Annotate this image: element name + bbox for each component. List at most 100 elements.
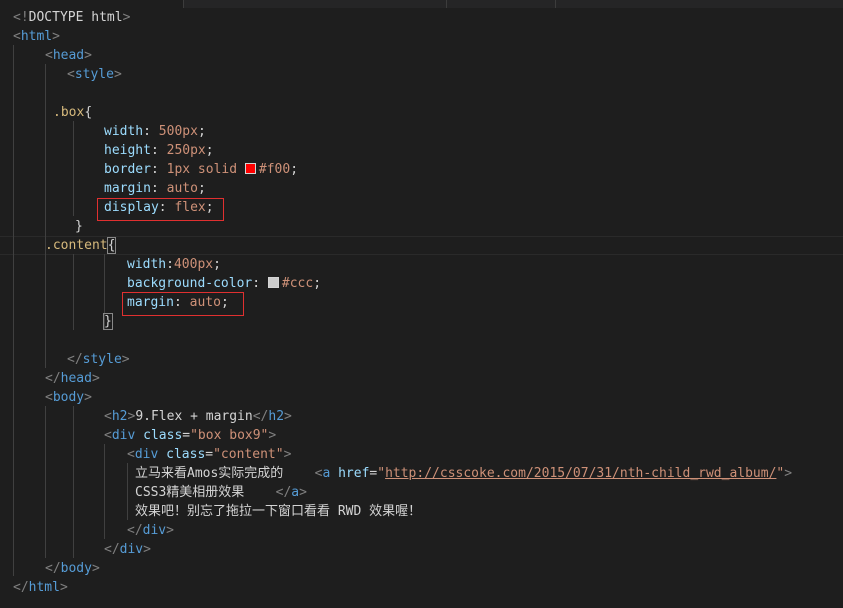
code-token: height xyxy=(104,143,151,158)
code-token: border xyxy=(104,162,151,177)
code-token: } xyxy=(75,219,83,234)
code-token: margin xyxy=(104,181,151,196)
code-line[interactable]: display: flex; xyxy=(104,198,214,217)
code-line[interactable]: .content{ xyxy=(45,236,117,255)
code-token: </ xyxy=(45,561,61,576)
code-token: ; xyxy=(197,124,206,139)
code-line[interactable]: <div class="content"> xyxy=(127,445,291,464)
indent-guide xyxy=(13,45,14,576)
code-line[interactable]: </style> xyxy=(67,350,130,369)
code-token: CSS3精美相册效果 xyxy=(135,485,276,500)
code-token: </ xyxy=(252,409,269,424)
code-token: = xyxy=(182,428,191,443)
code-line[interactable]: } xyxy=(103,312,113,331)
code-token: : xyxy=(158,200,175,215)
code-token: </ xyxy=(127,523,143,538)
code-token: ; xyxy=(290,162,299,177)
code-token: : xyxy=(143,124,159,139)
code-token: 400px xyxy=(173,257,214,272)
code-line[interactable]: CSS3精美相册效果 </a> xyxy=(135,483,307,502)
code-token: </ xyxy=(275,485,292,500)
code-line[interactable]: width: 500px; xyxy=(104,122,206,141)
code-line[interactable]: .box{ xyxy=(53,103,92,122)
code-token: h2 xyxy=(268,409,285,424)
code-line[interactable]: <html> xyxy=(13,27,60,46)
code-token: : xyxy=(150,143,167,158)
code-token: div xyxy=(111,428,136,443)
indent-guide xyxy=(127,463,128,520)
code-token: 250px xyxy=(166,143,206,158)
code-token: ; xyxy=(197,181,206,196)
indent-guide xyxy=(45,406,46,558)
code-line[interactable]: 立马来看Amos实际完成的 <a href="http://csscoke.co… xyxy=(135,464,792,483)
code-token: > xyxy=(59,580,68,595)
code-line[interactable]: width:400px; xyxy=(127,255,221,274)
code-line[interactable]: </div> xyxy=(104,540,151,559)
code-token: < xyxy=(45,390,53,405)
code-token: http://csscoke.com/2015/07/31/nth-child_… xyxy=(385,466,777,481)
code-token: margin xyxy=(127,295,174,310)
code-line[interactable]: <style> xyxy=(67,65,122,84)
code-token: : xyxy=(173,295,190,310)
current-line-highlight xyxy=(0,236,843,255)
code-token: </ xyxy=(67,352,83,367)
code-token: > xyxy=(784,466,793,481)
indent-guide xyxy=(73,406,74,558)
code-token: html xyxy=(20,29,53,44)
code-line[interactable]: <body> xyxy=(45,388,92,407)
code-token: > xyxy=(143,542,151,557)
code-line[interactable]: margin: auto; xyxy=(127,293,229,312)
code-line[interactable]: margin: auto; xyxy=(104,179,206,198)
code-line[interactable]: </div> xyxy=(127,521,174,540)
code-token: > xyxy=(166,523,174,538)
code-token: div xyxy=(142,523,167,538)
code-token: div xyxy=(134,447,159,462)
code-token: { xyxy=(84,105,93,120)
code-token: </ xyxy=(13,580,29,595)
code-token: <! xyxy=(13,10,29,25)
code-token: < xyxy=(45,48,53,63)
code-token: ; xyxy=(205,143,214,158)
code-line[interactable]: height: 250px; xyxy=(104,141,214,160)
color-swatch[interactable] xyxy=(267,277,279,288)
code-token: { xyxy=(106,237,117,254)
code-line[interactable]: <head> xyxy=(45,46,92,65)
code-token: background-color xyxy=(127,276,253,291)
code-token: > xyxy=(84,48,92,63)
code-token: auto xyxy=(166,181,198,196)
indent-guide xyxy=(45,64,46,368)
code-token: #ccc xyxy=(281,276,314,291)
code-line[interactable]: <div class="box box9"> xyxy=(104,426,276,445)
indent-guide xyxy=(73,254,74,330)
code-line[interactable]: } xyxy=(75,217,83,236)
code-token: > xyxy=(299,485,307,500)
code-token: 效果吧！别忘了拖拉一下窗口看看 RWD 效果喔！ xyxy=(135,504,422,519)
code-line[interactable]: border: 1px solid #f00; xyxy=(104,160,298,179)
indent-guide xyxy=(104,444,105,539)
code-line[interactable]: <!DOCTYPE html> xyxy=(13,8,130,27)
code-token: } xyxy=(103,313,113,330)
code-token: h2 xyxy=(111,409,128,424)
code-line[interactable]: </head> xyxy=(45,369,100,388)
code-token: .box xyxy=(53,105,85,120)
code-editor[interactable]: <!DOCTYPE html> <html> <head> <style> .box{w… xyxy=(0,0,843,608)
code-token: head xyxy=(52,48,85,63)
code-token: auto xyxy=(189,295,221,310)
indent-guide xyxy=(73,121,74,216)
code-token: < xyxy=(104,409,112,424)
code-token: > xyxy=(268,428,277,443)
code-token: href xyxy=(338,466,370,481)
color-swatch[interactable] xyxy=(244,163,256,174)
code-line[interactable]: 效果吧！别忘了拖拉一下窗口看看 RWD 效果喔！ xyxy=(135,502,421,521)
code-line[interactable]: </body> xyxy=(45,559,100,578)
code-line[interactable]: background-color: #ccc; xyxy=(127,274,321,293)
code-token: : xyxy=(150,162,167,177)
code-token: class xyxy=(166,447,206,462)
code-token: > xyxy=(113,67,122,82)
code-line[interactable]: <h2>9.Flex + margin</h2> xyxy=(104,407,292,426)
code-token: head xyxy=(60,371,92,386)
code-token: div xyxy=(119,542,144,557)
code-line[interactable]: </html> xyxy=(13,578,68,597)
